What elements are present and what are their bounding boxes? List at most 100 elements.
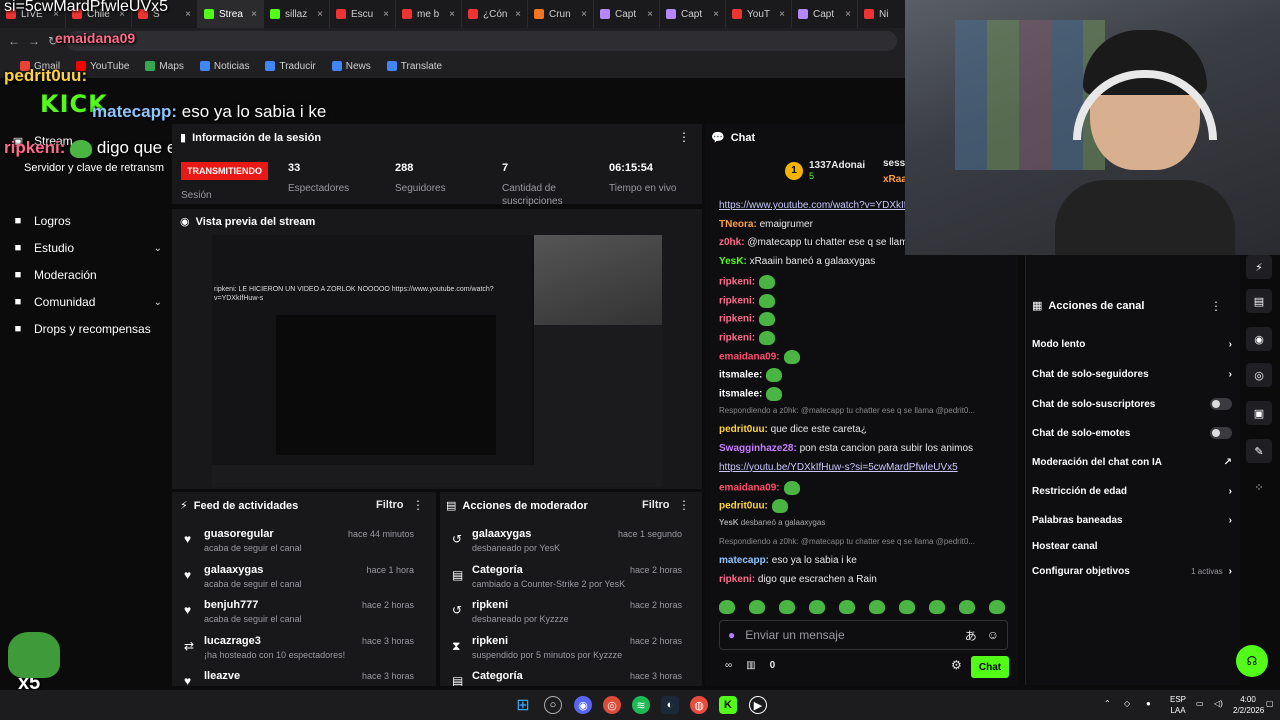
chat-message[interactable]: YesK: xRaaiin baneó a galaaxygas [719, 256, 875, 267]
item-name[interactable]: ripkeni [472, 635, 508, 647]
chat-username[interactable]: TNeora: [719, 219, 757, 230]
toggle-switch[interactable] [1210, 427, 1232, 439]
channel-action-moderaci-n-del-chat-con-ia[interactable]: Moderación del chat con IA ↗ [1032, 457, 1232, 468]
close-icon[interactable]: × [581, 9, 587, 20]
bookmark-item[interactable]: Traducir [265, 61, 316, 72]
browser-tab[interactable]: Crun × [528, 0, 594, 28]
infinity-points-icon[interactable]: ∞ [725, 660, 732, 671]
chat-username[interactable]: ripkeni: [719, 333, 755, 344]
language-indicator[interactable]: ESP LAA [1170, 694, 1186, 716]
chat-message[interactable]: Respondiendo a z0hk: @matecapp tu chatte… [719, 537, 975, 546]
item-name[interactable]: Categoría [472, 564, 523, 576]
chat-username[interactable]: ripkeni: [719, 574, 755, 585]
item-name[interactable]: guasoregular [204, 528, 274, 540]
close-icon[interactable]: × [449, 9, 455, 20]
filter-button[interactable]: Filtro [642, 499, 670, 511]
wrench-icon[interactable]: ✎ [1246, 439, 1272, 463]
translate-icon[interactable]: あ [965, 627, 977, 644]
chat-username[interactable]: ripkeni: [719, 314, 755, 325]
microphone-icon[interactable]: ● [1146, 698, 1151, 709]
browser-tab[interactable]: Strea × [198, 0, 264, 28]
windows-start-icon[interactable]: ⊞ [514, 696, 532, 714]
chat-username[interactable]: pedrit0uu: [719, 501, 768, 512]
close-icon[interactable]: × [515, 9, 521, 20]
item-name[interactable]: Categoría [472, 670, 523, 682]
browser-tab[interactable]: Capt × [660, 0, 726, 28]
browser-tab[interactable]: sillaz × [264, 0, 330, 28]
emote-icon[interactable] [839, 600, 855, 614]
stream-preview-video[interactable]: ripkeni: LE HICIERON UN VIDEO A ZORLOK N… [212, 235, 662, 487]
chat-username[interactable]: ripkeni: [719, 295, 755, 306]
tray-chevron-icon[interactable]: ⌃ [1104, 698, 1111, 709]
chat-message[interactable]: pedrit0uu: que dice este careta¿ [719, 424, 867, 435]
kick-app-icon[interactable]: K [719, 696, 737, 714]
bookmark-item[interactable]: Maps [145, 61, 184, 72]
list-item[interactable]: ↺ ripkeni desbaneado por Kyzzze hace 2 hora… [440, 599, 690, 635]
close-icon[interactable]: × [713, 9, 719, 20]
discord-icon[interactable]: ◉ [574, 696, 592, 714]
network-icon[interactable]: ▭ [1196, 698, 1204, 709]
chat-username[interactable]: matecapp: [719, 555, 769, 566]
close-icon[interactable]: × [845, 9, 851, 20]
browser-tab[interactable]: ¿Cón × [462, 0, 528, 28]
chat-username[interactable]: YesK [719, 518, 739, 527]
app-icon[interactable]: ○ [544, 696, 562, 714]
gift-icon[interactable]: ▥ [746, 660, 755, 671]
url-input[interactable] [66, 31, 897, 51]
more-options-icon[interactable]: ⋮ [678, 498, 690, 512]
chat-message[interactable]: ripkeni: digo que escrachen a Rain [719, 574, 877, 585]
channel-action-configurar-objetivos[interactable]: Configurar objetivos 1 activas › [1032, 566, 1232, 577]
item-name[interactable]: ripkeni [472, 599, 508, 611]
channel-action-palabras-baneadas[interactable]: Palabras baneadas › [1032, 515, 1232, 526]
storage-icon[interactable]: ▣ [1246, 401, 1272, 425]
chat-message[interactable]: itsmalee: [719, 368, 783, 383]
media-player-icon[interactable]: ▶ [749, 696, 767, 714]
channel-action-chat-de-solo-emotes[interactable]: Chat de solo-emotes [1032, 427, 1232, 439]
list-item[interactable]: ▤ Categoría hace 3 horas [440, 670, 690, 686]
chat-link[interactable]: https://youtu.be/YDXkIfHuw-s?si=5cwMardP… [719, 462, 958, 473]
list-item[interactable]: ♥ galaaxygas acaba de seguir el canal hace … [172, 564, 422, 600]
item-name[interactable]: lleazve [204, 670, 240, 682]
bookmark-item[interactable]: Noticias [199, 61, 249, 72]
chat-message[interactable]: YesK desbaneó a galaaxygas [719, 518, 825, 527]
channel-action-hostear-canal[interactable]: Hostear canal [1032, 541, 1232, 552]
toggle-switch[interactable] [1210, 398, 1232, 410]
close-icon[interactable]: × [251, 9, 257, 20]
chat-username[interactable]: itsmalee: [719, 389, 762, 400]
channel-action-modo-lento[interactable]: Modo lento › [1032, 339, 1232, 350]
steam-icon[interactable]: ◐ [661, 696, 679, 714]
sidebar-item-estudio[interactable]: ■ Estudio ⌄ [12, 241, 162, 255]
list-item[interactable]: ⧗ ripkeni suspendido por 5 minutos por Kyz… [440, 635, 690, 671]
chrome-icon[interactable]: ◎ [603, 696, 621, 714]
chat-message[interactable]: https://www.youtube.com/watch?v=YDXkIfHu [719, 200, 919, 211]
sidebar-item-comunidad[interactable]: ■ Comunidad ⌄ [12, 295, 162, 309]
browser-tab[interactable]: me b × [396, 0, 462, 28]
bookmark-item[interactable]: News [331, 61, 371, 72]
clock[interactable]: 4:00 2/2/2026 [1233, 694, 1264, 716]
pinned-gifter[interactable]: 1 1337Adonai 5 [785, 160, 865, 181]
chat-message[interactable]: z0hk: @matecapp tu chatter ese q se llam… [719, 237, 926, 248]
close-icon[interactable]: × [647, 9, 653, 20]
chat-username[interactable]: Swagginhaze28: [719, 443, 797, 454]
emote-icon[interactable] [719, 600, 735, 614]
list-item[interactable]: ♥ benjuh777 acaba de seguir el canal hace 2… [172, 599, 422, 635]
emote-icon[interactable] [809, 600, 825, 614]
close-icon[interactable]: × [779, 9, 785, 20]
chat-message[interactable]: ripkeni: [719, 274, 776, 289]
chat-username[interactable]: pedrit0uu: [719, 424, 768, 435]
more-options-icon[interactable]: ⋮ [678, 130, 690, 144]
back-icon[interactable]: ← [8, 34, 20, 48]
chat-username[interactable]: emaidana09: [719, 482, 780, 493]
chat-username[interactable]: z0hk: [719, 237, 745, 248]
item-name[interactable]: galaaxygas [472, 528, 531, 540]
add-widget-icon[interactable]: ⁘ [1246, 475, 1272, 499]
notification-icon[interactable]: ▢ [1266, 698, 1274, 709]
emoji-icon[interactable]: ☺ [987, 628, 999, 642]
browser-tab[interactable]: Escu × [330, 0, 396, 28]
emote-icon[interactable] [899, 600, 915, 614]
chat-message[interactable]: https://youtu.be/YDXkIfHuw-s?si=5cwMardP… [719, 462, 958, 473]
emote-icon[interactable] [779, 600, 795, 614]
sidebar-item-drops[interactable]: ■ Drops y recompensas [12, 322, 162, 336]
chat-message[interactable]: matecapp: eso ya lo sabia i ke [719, 555, 857, 566]
sidebar-item-moderación[interactable]: ■ Moderación [12, 268, 162, 282]
